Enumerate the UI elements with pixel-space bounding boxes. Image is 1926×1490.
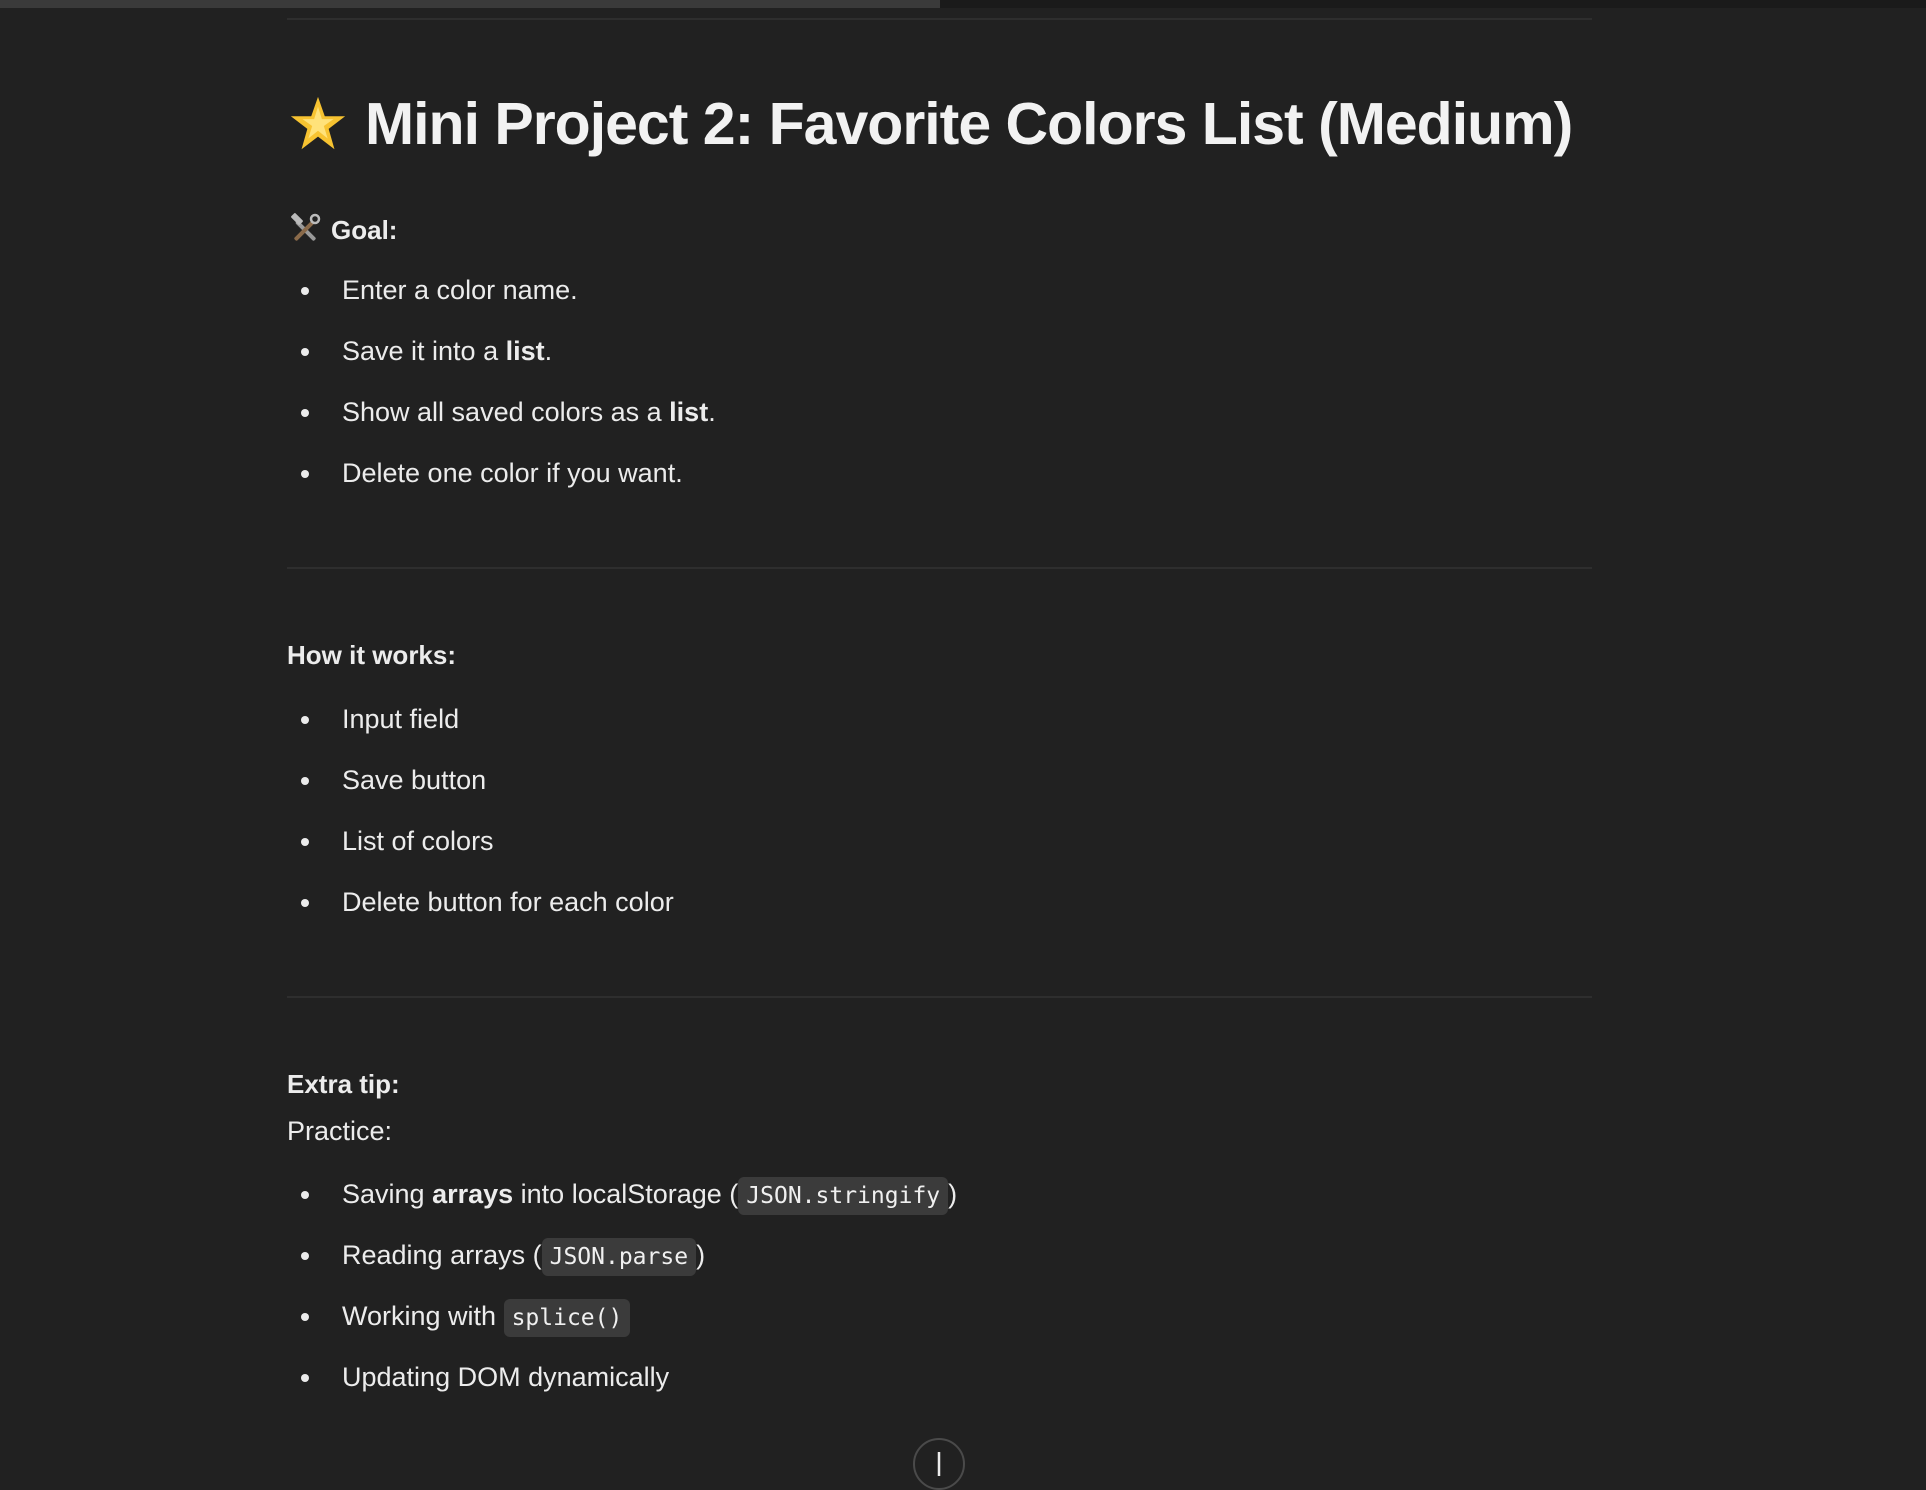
list-item-text: Enter a color name.	[342, 275, 578, 305]
how-it-works-list: Input field Save button List of colors D…	[287, 689, 674, 933]
bullet-icon	[301, 1313, 309, 1321]
list-item: Updating DOM dynamically	[287, 1347, 957, 1408]
scroll-progress-fill	[0, 0, 940, 8]
divider	[287, 996, 1592, 998]
extra-tip-heading: Extra tip:	[287, 1069, 400, 1100]
list-item-text: .	[708, 397, 716, 427]
list-item: List of colors	[287, 811, 674, 872]
hammer-and-wrench-icon	[291, 213, 321, 241]
list-item-text: Reading arrays (	[342, 1240, 542, 1270]
list-item-text: .	[544, 336, 553, 366]
divider	[287, 18, 1592, 20]
glowing-star-icon	[290, 96, 346, 150]
how-it-works-heading: How it works:	[287, 640, 456, 671]
inline-code: splice()	[503, 1299, 631, 1337]
list-item-text: Save it into a	[342, 336, 506, 366]
bullet-icon	[301, 348, 309, 356]
list-item: Show all saved colors as a list.	[287, 382, 716, 443]
list-item: Save it into a list.	[287, 321, 716, 382]
extra-tip-heading-text: Extra tip:	[287, 1069, 400, 1099]
goal-heading-text: Goal:	[331, 214, 398, 245]
bullet-icon	[301, 838, 309, 846]
extra-tip-list: Saving arrays into localStorage (JSON.st…	[287, 1164, 957, 1408]
bullet-icon	[301, 287, 309, 295]
list-item: Enter a color name.	[287, 260, 716, 321]
page-title: Mini Project 2: Favorite Colors List (Me…	[287, 84, 1573, 164]
inline-code: JSON.stringify	[738, 1177, 949, 1215]
list-item: Working with splice()	[287, 1286, 957, 1347]
bullet-icon	[301, 716, 309, 724]
arrow-down-icon	[937, 1452, 941, 1476]
bullet-icon	[301, 1191, 309, 1199]
list-item-bold: list	[505, 336, 545, 366]
list-item-text: List of colors	[342, 826, 494, 856]
list-item-text: Input field	[342, 704, 460, 734]
divider	[287, 567, 1592, 569]
list-item-text: Delete one color if you want.	[342, 458, 683, 488]
list-item: Delete button for each color	[287, 872, 674, 933]
goal-heading: Goal:	[287, 212, 397, 248]
list-item-text: Saving	[342, 1179, 433, 1209]
bullet-icon	[301, 1374, 309, 1382]
list-item-text: Delete button for each color	[342, 887, 674, 917]
scroll-progress-bar	[0, 0, 1926, 8]
list-item-bold: list	[669, 397, 709, 427]
scroll-to-bottom-button[interactable]	[913, 1438, 965, 1490]
list-item: Save button	[287, 750, 674, 811]
bullet-icon	[301, 409, 309, 417]
list-item-bold: arrays	[432, 1179, 514, 1209]
bullet-icon	[301, 1252, 309, 1260]
inline-code: JSON.parse	[541, 1238, 697, 1276]
list-item-text: )	[696, 1240, 706, 1270]
bullet-icon	[301, 470, 309, 478]
list-item: Input field	[287, 689, 674, 750]
list-item-text: into localStorage (	[513, 1179, 739, 1209]
list-item-text: Working with	[342, 1301, 504, 1331]
list-item: Reading arrays (JSON.parse)	[287, 1225, 957, 1286]
how-it-works-heading-text: How it works:	[287, 640, 457, 670]
bullet-icon	[301, 777, 309, 785]
goal-list: Enter a color name. Save it into a list.…	[287, 260, 716, 504]
list-item-text: Save button	[342, 765, 487, 795]
bullet-icon	[301, 899, 309, 907]
list-item-text: Show all saved colors as a	[342, 397, 670, 427]
list-item-text: )	[948, 1179, 958, 1209]
list-item: Delete one color if you want.	[287, 443, 716, 504]
list-item: Saving arrays into localStorage (JSON.st…	[287, 1164, 957, 1225]
practice-label: Practice:	[287, 1116, 393, 1146]
page-title-text: Mini Project 2: Favorite Colors List (Me…	[365, 91, 1573, 157]
list-item-text: Updating DOM dynamically	[342, 1362, 670, 1392]
